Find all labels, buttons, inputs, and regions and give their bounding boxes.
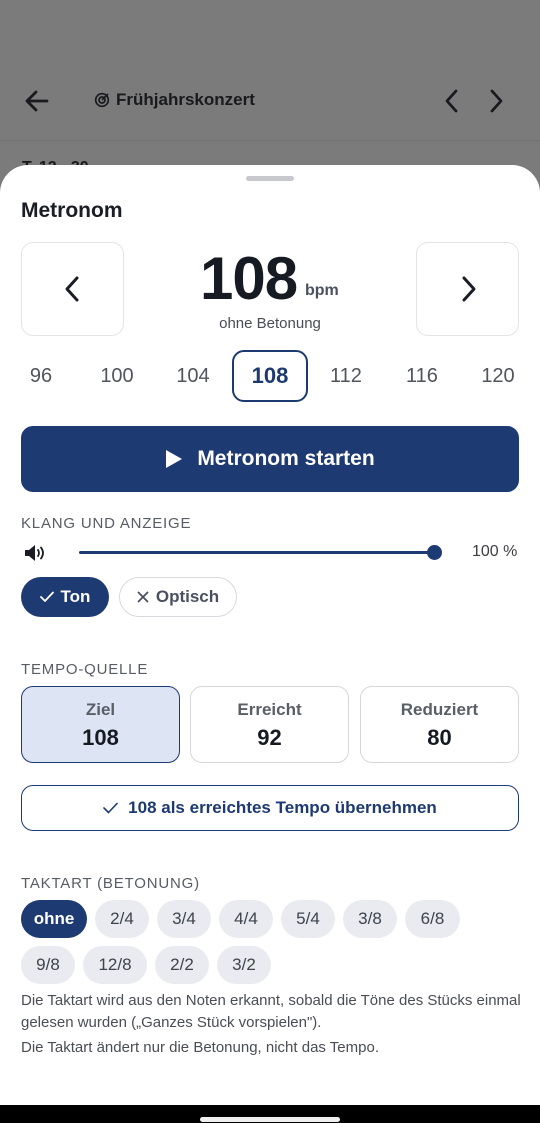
time-signature-chip[interactable]: 3/4: [157, 900, 211, 938]
bpm-preset[interactable]: 104: [155, 350, 231, 402]
tempo-source-section-label: TEMPO-QUELLE: [21, 661, 149, 678]
tempo-card-label: Reduziert: [400, 700, 479, 719]
bpm-presets: 96 100 104 108 112 116 120: [0, 350, 540, 402]
bpm-preset[interactable]: 100: [79, 350, 155, 402]
bpm-preset[interactable]: 116: [384, 350, 460, 402]
adopt-tempo-label: 108 als erreichtes Tempo übernehmen: [128, 798, 437, 817]
tempo-card-value: 92: [257, 725, 282, 750]
time-signature-chip[interactable]: 5/4: [281, 900, 335, 938]
tempo-card-value: 108: [82, 725, 119, 750]
volume-slider-thumb[interactable]: [427, 545, 442, 560]
bpm-unit: bpm: [305, 282, 339, 299]
check-icon: [39, 591, 54, 602]
sound-section-label: KLANG UND ANZEIGE: [21, 515, 192, 532]
bpm-preset[interactable]: 120: [460, 350, 536, 402]
time-signature-chip[interactable]: 3/2: [217, 946, 271, 984]
sheet-title: Metronom: [21, 199, 123, 222]
accent-mode-text: ohne Betonung: [219, 315, 321, 332]
tempo-card-value: 80: [427, 725, 452, 750]
bpm-preset[interactable]: 112: [308, 350, 384, 402]
sound-toggle-chip[interactable]: Ton: [21, 577, 109, 617]
check-icon: [103, 802, 118, 814]
visual-toggle-label: Optisch: [155, 587, 220, 606]
time-signature-chip[interactable]: 2/2: [155, 946, 209, 984]
tempo-card-label: Ziel: [85, 700, 116, 719]
tempo-card-label: Erreicht: [237, 700, 302, 719]
volume-icon[interactable]: [24, 543, 48, 563]
home-gesture-handle[interactable]: [200, 1117, 340, 1122]
tempo-card-achieved[interactable]: Erreicht 92: [190, 686, 349, 763]
time-signature-chip[interactable]: 6/8: [405, 900, 460, 938]
play-icon: [166, 450, 183, 468]
tempo-card-reduced[interactable]: Reduziert 80: [360, 686, 519, 763]
time-signature-chip[interactable]: 2/4: [95, 900, 149, 938]
tempo-card-target[interactable]: Ziel 108: [21, 686, 180, 763]
adopt-tempo-button[interactable]: 108 als erreichtes Tempo übernehmen: [21, 785, 519, 831]
time-signature-chip-selected[interactable]: ohne: [21, 900, 87, 938]
start-metronome-label: Metronom starten: [197, 447, 375, 470]
chevron-left-icon: [65, 276, 78, 302]
close-icon: [137, 591, 149, 603]
start-metronome-button[interactable]: Metronom starten: [21, 426, 519, 492]
time-signature-chip[interactable]: 4/4: [219, 900, 273, 938]
bpm-value: 108: [200, 245, 298, 312]
volume-value: 100 %: [472, 543, 518, 560]
time-signature-chip[interactable]: 3/8: [343, 900, 397, 938]
bpm-preset[interactable]: 96: [3, 350, 79, 402]
sound-toggle-label: Ton: [60, 587, 91, 606]
time-signature-chip[interactable]: 12/8: [83, 946, 147, 984]
chevron-right-icon: [462, 276, 475, 302]
bpm-preset-selected[interactable]: 108: [232, 350, 308, 402]
metronome-bottom-sheet: Metronom 108 bpm ohne Betonung 96 100 10…: [0, 165, 540, 1105]
volume-slider-track[interactable]: [79, 551, 434, 554]
time-signature-chip[interactable]: 9/8: [21, 946, 75, 984]
time-signature-note-detection: Die Taktart wird aus den Noten erkannt, …: [21, 992, 521, 1031]
visual-toggle-chip[interactable]: Optisch: [119, 577, 237, 617]
time-signature-section-label: TAKTART (BETONUNG): [21, 875, 200, 892]
sheet-drag-handle[interactable]: [246, 176, 294, 181]
time-signature-note-accent: Die Taktart ändert nur die Betonung, nic…: [21, 1039, 380, 1056]
